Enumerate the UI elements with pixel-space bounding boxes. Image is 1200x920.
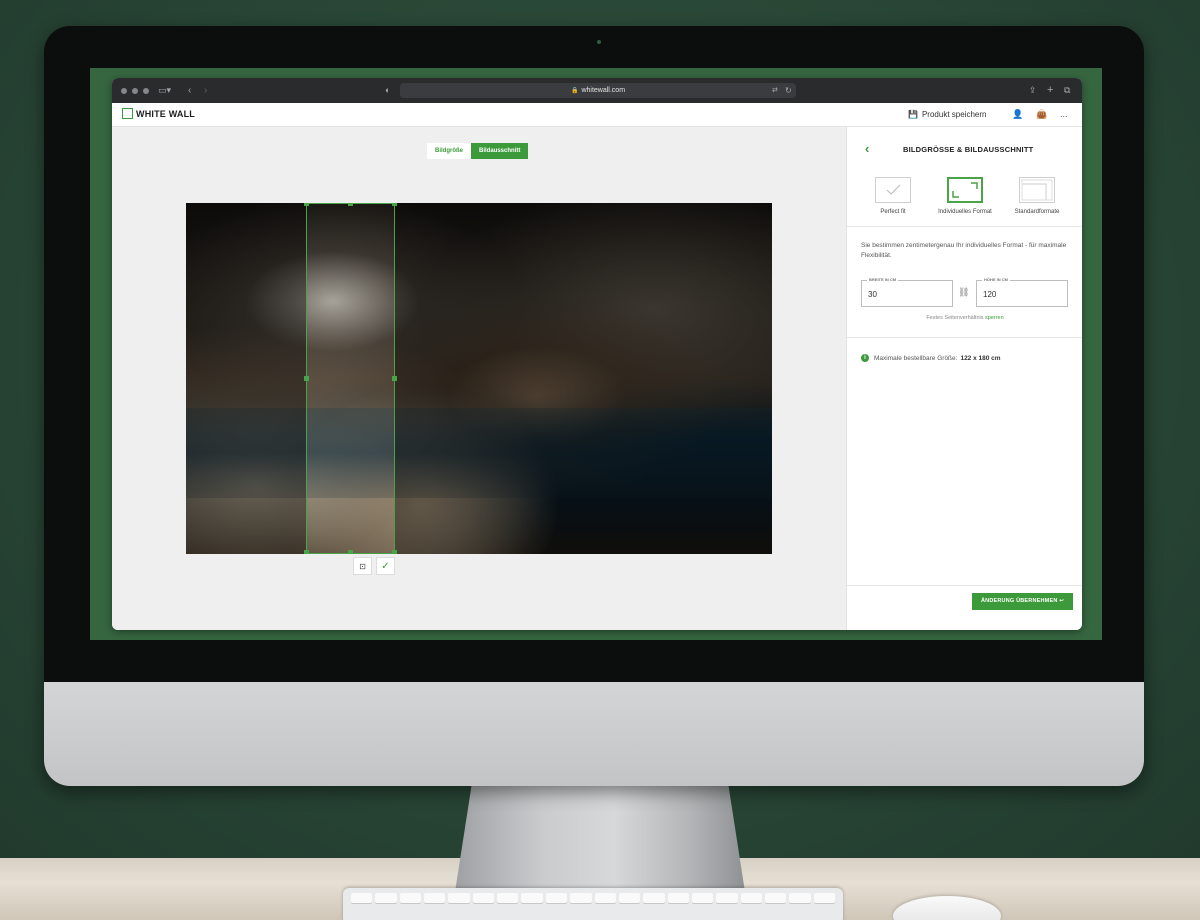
browser-toolbar: ▭▾ ‹ › ◐ 🔒 whitewall.com ⇄ ↻ ⇪ + ⧉ <box>112 78 1082 103</box>
height-input[interactable] <box>983 290 1063 299</box>
perfect-fit-icon <box>875 177 911 203</box>
lock-icon: 🔒 <box>570 88 579 94</box>
user-icon[interactable]: 👤 <box>1012 109 1023 120</box>
settings-panel: ‹ BILDGRÖSSE & BILDAUSSCHNITT Perfect fi… <box>846 127 1082 630</box>
sidebar-toggle-icon[interactable]: ▭▾ <box>158 78 171 103</box>
width-input[interactable] <box>868 290 948 299</box>
crop-shade-left <box>186 203 306 554</box>
cart-icon[interactable]: 👜 <box>1036 109 1047 120</box>
url-bar[interactable]: 🔒 whitewall.com <box>400 83 796 98</box>
crop-center-button[interactable]: ⊡ <box>353 557 372 575</box>
editor-tabs: Bildgröße Bildausschnitt <box>427 143 529 159</box>
forward-nav-icon[interactable]: › <box>204 78 207 103</box>
tab-image-size[interactable]: Bildgröße <box>427 143 471 159</box>
save-icon: 💾 <box>908 110 918 119</box>
share-icon[interactable]: ⇪ <box>1029 78 1037 103</box>
divider <box>847 226 1082 227</box>
reload-icon[interactable]: ↻ <box>785 78 792 103</box>
window-controls <box>121 87 149 94</box>
monitor-stand <box>455 780 745 892</box>
height-label: HÖHE IN CM <box>982 277 1010 282</box>
check-icon: ✓ <box>381 560 390 572</box>
crop-confirm-button[interactable]: ✓ <box>376 557 395 575</box>
option-label: Perfect fit <box>880 209 906 215</box>
divider <box>847 337 1082 338</box>
zoom-window-button[interactable] <box>143 87 149 94</box>
crop-handle-top-left[interactable] <box>304 203 309 206</box>
crop-handle-top[interactable] <box>348 203 353 206</box>
aspect-ratio-text: Festes Seitenverhältnis <box>926 315 984 321</box>
divider <box>847 585 1082 586</box>
minimize-window-button[interactable] <box>132 87 138 94</box>
crop-handle-bottom-left[interactable] <box>304 550 309 554</box>
standard-formats-icon <box>1019 177 1055 203</box>
crop-handle-top-right[interactable] <box>392 203 397 206</box>
logo-text: WHITE WALL <box>136 108 195 119</box>
max-size-label: Maximale bestellbare Größe: <box>874 354 958 362</box>
close-window-button[interactable] <box>121 87 127 94</box>
tab-overview-icon[interactable]: ⧉ <box>1064 78 1070 103</box>
save-product-label: Produkt speichern <box>921 110 987 119</box>
cave-photo <box>186 203 772 554</box>
info-icon: i <box>861 354 869 362</box>
panel-title: BILDGRÖSSE & BILDAUSSCHNITT <box>903 145 1034 154</box>
crop-handle-bottom[interactable] <box>348 550 353 554</box>
url-text: whitewall.com <box>581 87 626 94</box>
aspect-ratio-line: Festes Seitenverhältnis sperren <box>847 315 1082 321</box>
save-product-button[interactable]: 💾 Produkt speichern <box>908 110 986 119</box>
crop-toolbar: ⊡ ✓ <box>353 557 395 575</box>
width-label: BREITE IN CM <box>867 277 899 282</box>
aspect-ratio-lock-link[interactable]: sperren <box>985 315 1004 321</box>
crop-shade-right <box>395 203 772 554</box>
width-field[interactable]: BREITE IN CM <box>861 277 953 307</box>
option-standard-formats[interactable]: Standardformate <box>1001 177 1073 215</box>
tab-image-crop[interactable]: Bildausschnitt <box>471 143 529 159</box>
new-tab-icon[interactable]: + <box>1047 78 1053 103</box>
crop-frame[interactable] <box>304 203 397 554</box>
option-perfect-fit[interactable]: Perfect fit <box>857 177 929 215</box>
back-nav-icon[interactable]: ‹ <box>188 78 191 103</box>
custom-format-icon <box>947 177 983 203</box>
max-size-info: i Maximale bestellbare Größe: 122 x 180 … <box>861 354 1001 362</box>
crop-handle-bottom-right[interactable] <box>392 550 397 554</box>
browser-window: ▭▾ ‹ › ◐ 🔒 whitewall.com ⇄ ↻ ⇪ + ⧉ WHITE… <box>112 78 1082 630</box>
apply-changes-button[interactable]: ÄNDERUNG ÜBERNEHMEN ↩ <box>972 593 1073 610</box>
more-menu-icon[interactable]: ... <box>1060 109 1068 119</box>
crop-handle-right[interactable] <box>392 376 397 381</box>
logo-mark-icon <box>122 108 133 119</box>
site-logo[interactable]: WHITE WALL <box>122 108 195 119</box>
monitor-chin <box>44 682 1144 786</box>
translate-icon[interactable]: ⇄ <box>772 78 778 103</box>
height-field[interactable]: HÖHE IN CM <box>976 277 1068 307</box>
camera-icon <box>597 40 601 44</box>
format-description: Sie bestimmen zentimetergenau Ihr indivi… <box>861 242 1067 259</box>
max-size-value: 122 x 180 cm <box>960 354 1001 362</box>
option-individual-format[interactable]: Individuelles Format <box>929 177 1001 215</box>
option-label: Standardformate <box>1014 209 1060 215</box>
crop-handle-left[interactable] <box>304 376 309 381</box>
image-editor: Bildgröße Bildausschnitt ⊡ ✓ <box>112 127 846 630</box>
privacy-shield-icon[interactable]: ◐ <box>385 78 390 103</box>
site-header: WHITE WALL 💾 Produkt speichern 👤 👜 ... <box>112 103 1082 127</box>
back-chevron-icon[interactable]: ‹ <box>865 141 869 156</box>
aspect-link-icon[interactable]: ⛓ <box>958 287 969 298</box>
option-label: Individuelles Format <box>938 209 992 215</box>
focus-icon: ⊡ <box>359 561 366 571</box>
keyboard <box>343 888 843 920</box>
